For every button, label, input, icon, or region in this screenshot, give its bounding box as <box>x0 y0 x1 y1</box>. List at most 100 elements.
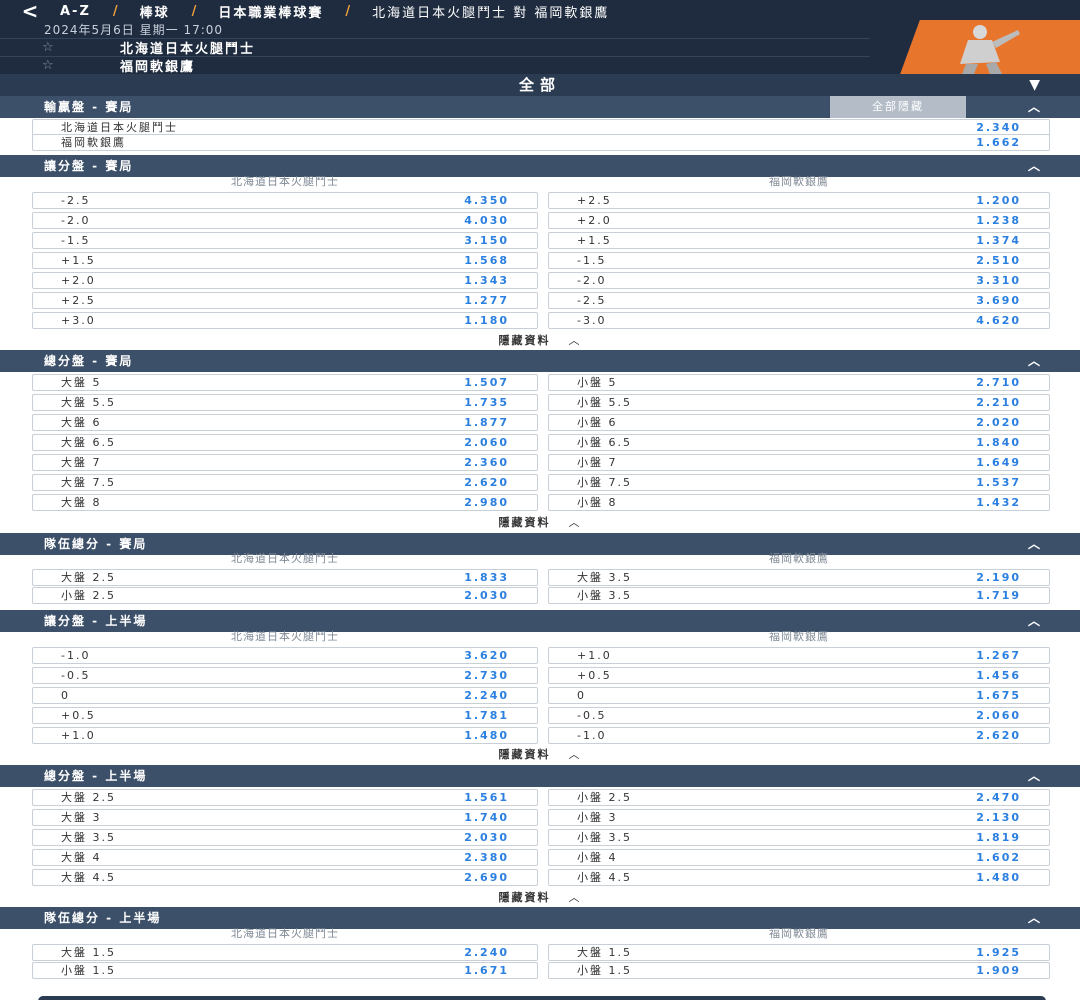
odds-button[interactable]: -0.5 2.730 <box>32 667 538 684</box>
odds-button[interactable]: 小盤 3 2.130 <box>548 809 1050 826</box>
favorite-star-icon[interactable]: ☆ <box>0 40 120 55</box>
hide-info-toggle[interactable]: 隱藏資料 ︿ <box>0 746 1080 764</box>
odds-value: 2.240 <box>464 689 509 702</box>
odds-value: 2.710 <box>976 376 1021 389</box>
breadcrumb-league[interactable]: 日本職業棒球賽 <box>218 2 323 21</box>
bet-slip-bar[interactable] <box>38 996 1046 1000</box>
odds-button[interactable]: 小盤 5.5 2.210 <box>548 394 1050 411</box>
chevron-up-icon: ︿ <box>568 516 582 529</box>
section-header-total-half[interactable]: 總分盤 - 上半場 ︿ <box>0 765 1080 787</box>
odds-button[interactable]: +0.5 1.781 <box>32 707 538 724</box>
odds-button[interactable]: 大盤 7.5 2.620 <box>32 474 538 491</box>
odds-button[interactable]: -2.0 3.310 <box>548 272 1050 289</box>
odds-button[interactable]: 大盤 1.5 2.240 <box>32 944 538 961</box>
chevron-up-icon[interactable]: ︿ <box>1028 96 1040 118</box>
odds-button[interactable]: +1.0 1.480 <box>32 727 538 744</box>
odds-button[interactable]: 大盤 3 1.740 <box>32 809 538 826</box>
odds-button[interactable]: -0.5 2.060 <box>548 707 1050 724</box>
column-header-away: 福岡軟銀鷹 <box>769 552 829 565</box>
odds-label: 小盤 6 <box>577 416 618 429</box>
odds-button[interactable]: 小盤 7 1.649 <box>548 454 1050 471</box>
odds-button[interactable]: +1.5 1.374 <box>548 232 1050 249</box>
odds-button[interactable]: +2.5 1.277 <box>32 292 538 309</box>
chevron-up-icon[interactable]: ︿ <box>1028 350 1040 372</box>
hide-info-toggle[interactable]: 隱藏資料 ︿ <box>0 514 1080 532</box>
odds-button[interactable]: 大盤 3.5 2.030 <box>32 829 538 846</box>
odds-label: +1.5 <box>61 254 96 267</box>
odds-value: 2.360 <box>464 456 509 469</box>
odds-button[interactable]: +1.0 1.267 <box>548 647 1050 664</box>
odds-button[interactable]: -2.5 3.690 <box>548 292 1050 309</box>
odds-button[interactable]: 大盤 3.5 2.190 <box>548 569 1050 586</box>
odds-label: 大盤 3 <box>61 811 102 824</box>
odds-button[interactable]: 大盤 7 2.360 <box>32 454 538 471</box>
hide-all-button[interactable]: 全部隱藏 <box>830 96 966 118</box>
odds-button[interactable]: 小盤 4.5 1.480 <box>548 869 1050 886</box>
odds-button[interactable]: 大盤 5 1.507 <box>32 374 538 391</box>
odds-button[interactable]: +1.5 1.568 <box>32 252 538 269</box>
odds-label: -2.5 <box>577 294 607 307</box>
odds-button[interactable]: -3.0 4.620 <box>548 312 1050 329</box>
odds-button[interactable]: -1.5 2.510 <box>548 252 1050 269</box>
favorite-star-icon[interactable]: ☆ <box>0 58 120 73</box>
hide-info-toggle[interactable]: 隱藏資料 ︿ <box>0 332 1080 350</box>
odds-label: 0 <box>577 689 586 702</box>
section-header-total-full[interactable]: 總分盤 - 賽局 ︿ <box>0 350 1080 372</box>
odds-button[interactable]: 大盤 6.5 2.060 <box>32 434 538 451</box>
odds-button[interactable]: 小盤 2.5 2.030 <box>32 587 538 604</box>
odds-label: +2.0 <box>577 214 612 227</box>
odds-button[interactable]: 大盤 4 2.380 <box>32 849 538 866</box>
odds-button[interactable]: 大盤 2.5 1.833 <box>32 569 538 586</box>
odds-label: 0 <box>61 689 70 702</box>
odds-button[interactable]: 小盤 6 2.020 <box>548 414 1050 431</box>
odds-button[interactable]: +2.0 1.238 <box>548 212 1050 229</box>
odds-value: 1.719 <box>976 589 1021 602</box>
odds-button[interactable]: 大盤 4.5 2.690 <box>32 869 538 886</box>
breadcrumb-baseball[interactable]: 棒球 <box>140 2 170 21</box>
odds-button[interactable]: 福岡軟銀鷹 1.662 <box>32 134 1050 151</box>
odds-label: 小盤 1.5 <box>61 964 116 977</box>
odds-button[interactable]: +0.5 1.456 <box>548 667 1050 684</box>
odds-button[interactable]: 小盤 3.5 1.819 <box>548 829 1050 846</box>
odds-button[interactable]: 小盤 2.5 2.470 <box>548 789 1050 806</box>
odds-button[interactable]: -1.0 3.620 <box>32 647 538 664</box>
odds-button[interactable]: 小盤 5 2.710 <box>548 374 1050 391</box>
odds-label: -2.0 <box>577 274 607 287</box>
odds-button[interactable]: +3.0 1.180 <box>32 312 538 329</box>
chevron-up-icon[interactable]: ︿ <box>1028 765 1040 787</box>
odds-button[interactable]: +2.5 1.200 <box>548 192 1050 209</box>
odds-button[interactable]: -1.5 3.150 <box>32 232 538 249</box>
odds-button[interactable]: 小盤 1.5 1.671 <box>32 962 538 979</box>
chevron-up-icon: ︿ <box>568 334 582 347</box>
odds-button[interactable]: 小盤 8 1.432 <box>548 494 1050 511</box>
hide-info-toggle[interactable]: 隱藏資料 ︿ <box>0 889 1080 907</box>
market-filter-label: 全部 <box>518 76 561 94</box>
section-title: 總分盤 - 上半場 <box>44 769 148 783</box>
breadcrumb-az[interactable]: A-Z <box>60 4 91 19</box>
odds-label: -2.0 <box>61 214 91 227</box>
odds-button[interactable]: -1.0 2.620 <box>548 727 1050 744</box>
odds-button[interactable]: 小盤 6.5 1.840 <box>548 434 1050 451</box>
odds-value: 1.735 <box>464 396 509 409</box>
odds-button[interactable]: -2.5 4.350 <box>32 192 538 209</box>
odds-button[interactable]: +2.0 1.343 <box>32 272 538 289</box>
odds-button[interactable]: 大盤 1.5 1.925 <box>548 944 1050 961</box>
market-filter-dropdown[interactable]: 全部 ▼ <box>0 74 1080 96</box>
odds-label: 隱藏資料 <box>498 748 551 761</box>
odds-button[interactable]: 小盤 7.5 1.537 <box>548 474 1050 491</box>
odds-button[interactable]: 0 2.240 <box>32 687 538 704</box>
odds-button[interactable]: -2.0 4.030 <box>32 212 538 229</box>
odds-label: 大盤 8 <box>61 496 102 509</box>
odds-button[interactable]: 大盤 2.5 1.561 <box>32 789 538 806</box>
odds-button[interactable]: 小盤 1.5 1.909 <box>548 962 1050 979</box>
odds-value: 2.690 <box>464 871 509 884</box>
odds-button[interactable]: 大盤 8 2.980 <box>32 494 538 511</box>
odds-button[interactable]: 0 1.675 <box>548 687 1050 704</box>
odds-button[interactable]: 大盤 6 1.877 <box>32 414 538 431</box>
section-header-moneyline[interactable]: 輸贏盤 - 賽局 全部隱藏 ︿ <box>0 96 1080 118</box>
back-arrow-icon[interactable]: < <box>0 0 60 22</box>
odds-button[interactable]: 小盤 3.5 1.719 <box>548 587 1050 604</box>
odds-button[interactable]: 大盤 5.5 1.735 <box>32 394 538 411</box>
odds-label: 隱藏資料 <box>498 334 551 347</box>
odds-button[interactable]: 小盤 4 1.602 <box>548 849 1050 866</box>
